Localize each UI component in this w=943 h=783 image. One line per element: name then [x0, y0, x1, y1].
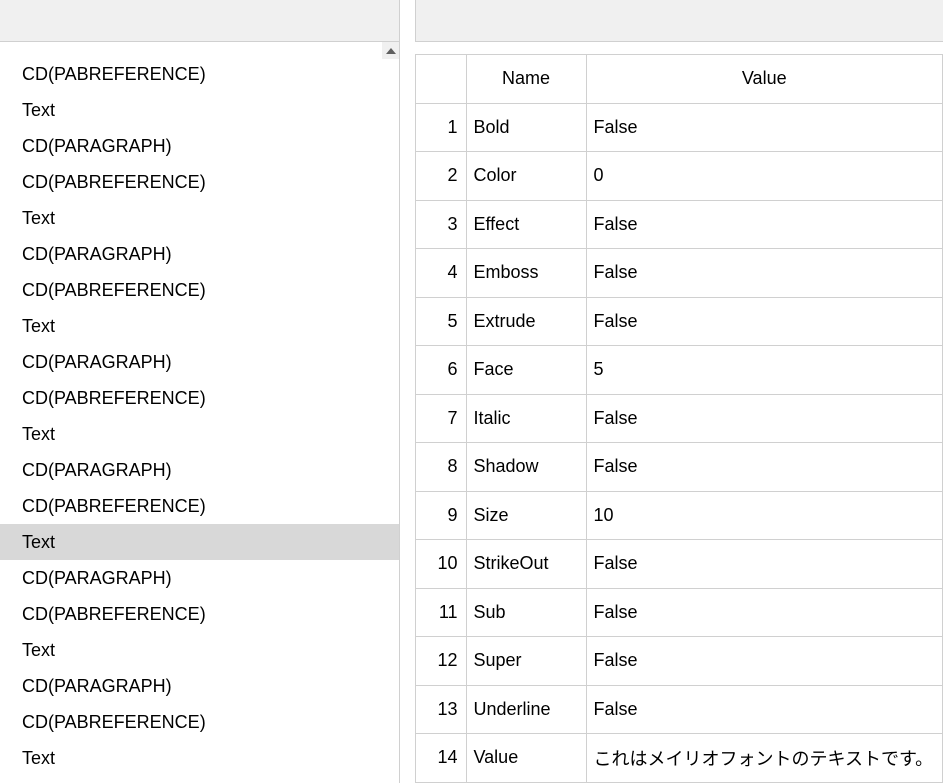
- table-row[interactable]: 6Face5: [416, 346, 943, 395]
- property-name: StrikeOut: [466, 540, 586, 588]
- property-name: Shadow: [466, 443, 586, 491]
- tree-panel-header: [0, 0, 399, 42]
- row-index: 11: [416, 589, 466, 637]
- tree-item[interactable]: Text: [0, 308, 399, 344]
- row-index: 13: [416, 686, 466, 734]
- tree-item[interactable]: CD(PABREFERENCE): [0, 704, 399, 740]
- row-index: 8: [416, 443, 466, 491]
- property-value[interactable]: 10: [586, 492, 943, 540]
- property-value[interactable]: False: [586, 201, 943, 249]
- properties-table-body: 1BoldFalse2Color03EffectFalse4EmbossFals…: [416, 104, 943, 783]
- property-value[interactable]: False: [586, 443, 943, 491]
- property-value[interactable]: False: [586, 298, 943, 346]
- tree-item[interactable]: CD(PABREFERENCE): [0, 488, 399, 524]
- tree-item[interactable]: Text: [0, 200, 399, 236]
- property-value[interactable]: これはメイリオフォントのテキストです。: [586, 734, 943, 782]
- table-row[interactable]: 2Color0: [416, 152, 943, 201]
- table-header-row: Name Value: [416, 55, 943, 103]
- property-name: Effect: [466, 201, 586, 249]
- table-row[interactable]: 1BoldFalse: [416, 104, 943, 153]
- tree-item[interactable]: CD(PABREFERENCE): [0, 272, 399, 308]
- row-index: 6: [416, 346, 466, 394]
- tree-item[interactable]: CD(PARAGRAPH): [0, 344, 399, 380]
- row-index: 9: [416, 492, 466, 540]
- tree-item[interactable]: CD(PARAGRAPH): [0, 560, 399, 596]
- properties-table-wrap: Name Value 1BoldFalse2Color03EffectFalse…: [415, 42, 943, 783]
- property-name: Color: [466, 152, 586, 200]
- row-index: 12: [416, 637, 466, 685]
- tree-panel: CD(PABREFERENCE)TextCD(PARAGRAPH)CD(PABR…: [0, 0, 400, 783]
- table-row[interactable]: 14Valueこれはメイリオフォントのテキストです。: [416, 734, 943, 783]
- tree-item[interactable]: Text: [0, 416, 399, 452]
- property-name: Size: [466, 492, 586, 540]
- property-name: Super: [466, 637, 586, 685]
- row-index: 7: [416, 395, 466, 443]
- panel-divider: [400, 0, 415, 783]
- table-row[interactable]: 13UnderlineFalse: [416, 686, 943, 735]
- row-index: 2: [416, 152, 466, 200]
- property-value[interactable]: False: [586, 104, 943, 152]
- table-row[interactable]: 10StrikeOutFalse: [416, 540, 943, 589]
- property-name: Sub: [466, 589, 586, 637]
- table-row[interactable]: 9Size10: [416, 492, 943, 541]
- tree-item[interactable]: wBody: [0, 776, 399, 783]
- tree-list[interactable]: CD(PABREFERENCE)TextCD(PARAGRAPH)CD(PABR…: [0, 42, 399, 783]
- property-value[interactable]: False: [586, 540, 943, 588]
- row-index: 3: [416, 201, 466, 249]
- property-name: Italic: [466, 395, 586, 443]
- tree-item[interactable]: CD(PARAGRAPH): [0, 128, 399, 164]
- column-header-index[interactable]: [416, 55, 466, 103]
- property-value[interactable]: False: [586, 395, 943, 443]
- row-index: 5: [416, 298, 466, 346]
- row-index: 10: [416, 540, 466, 588]
- properties-table: Name Value 1BoldFalse2Color03EffectFalse…: [415, 54, 943, 783]
- row-index: 14: [416, 734, 466, 782]
- row-index: 4: [416, 249, 466, 297]
- property-value[interactable]: 0: [586, 152, 943, 200]
- properties-panel: Name Value 1BoldFalse2Color03EffectFalse…: [415, 0, 943, 783]
- tree-item[interactable]: Text: [0, 524, 399, 560]
- table-row[interactable]: 5ExtrudeFalse: [416, 298, 943, 347]
- tree-item[interactable]: Text: [0, 632, 399, 668]
- tree-item[interactable]: Text: [0, 740, 399, 776]
- table-row[interactable]: 12SuperFalse: [416, 637, 943, 686]
- row-index: 1: [416, 104, 466, 152]
- property-value[interactable]: False: [586, 637, 943, 685]
- tree-item[interactable]: CD(PARAGRAPH): [0, 668, 399, 704]
- property-name: Bold: [466, 104, 586, 152]
- property-name: Extrude: [466, 298, 586, 346]
- property-name: Value: [466, 734, 586, 782]
- property-value[interactable]: False: [586, 249, 943, 297]
- table-row[interactable]: 11SubFalse: [416, 589, 943, 638]
- property-value[interactable]: 5: [586, 346, 943, 394]
- properties-panel-header: [415, 0, 943, 42]
- tree-item[interactable]: CD(PABREFERENCE): [0, 380, 399, 416]
- tree-item[interactable]: CD(PARAGRAPH): [0, 236, 399, 272]
- property-value[interactable]: False: [586, 589, 943, 637]
- property-name: Underline: [466, 686, 586, 734]
- table-row[interactable]: 7ItalicFalse: [416, 395, 943, 444]
- table-row[interactable]: 3EffectFalse: [416, 201, 943, 250]
- scroll-up-arrow-icon[interactable]: [382, 42, 399, 59]
- property-name: Face: [466, 346, 586, 394]
- tree-item[interactable]: CD(PABREFERENCE): [0, 164, 399, 200]
- table-row[interactable]: 4EmbossFalse: [416, 249, 943, 298]
- column-header-value[interactable]: Value: [586, 55, 943, 103]
- tree-item[interactable]: Text: [0, 92, 399, 128]
- property-value[interactable]: False: [586, 686, 943, 734]
- property-name: Emboss: [466, 249, 586, 297]
- column-header-name[interactable]: Name: [466, 55, 586, 103]
- tree-item[interactable]: CD(PABREFERENCE): [0, 596, 399, 632]
- tree-item[interactable]: CD(PARAGRAPH): [0, 452, 399, 488]
- table-row[interactable]: 8ShadowFalse: [416, 443, 943, 492]
- tree-item[interactable]: CD(PABREFERENCE): [0, 56, 399, 92]
